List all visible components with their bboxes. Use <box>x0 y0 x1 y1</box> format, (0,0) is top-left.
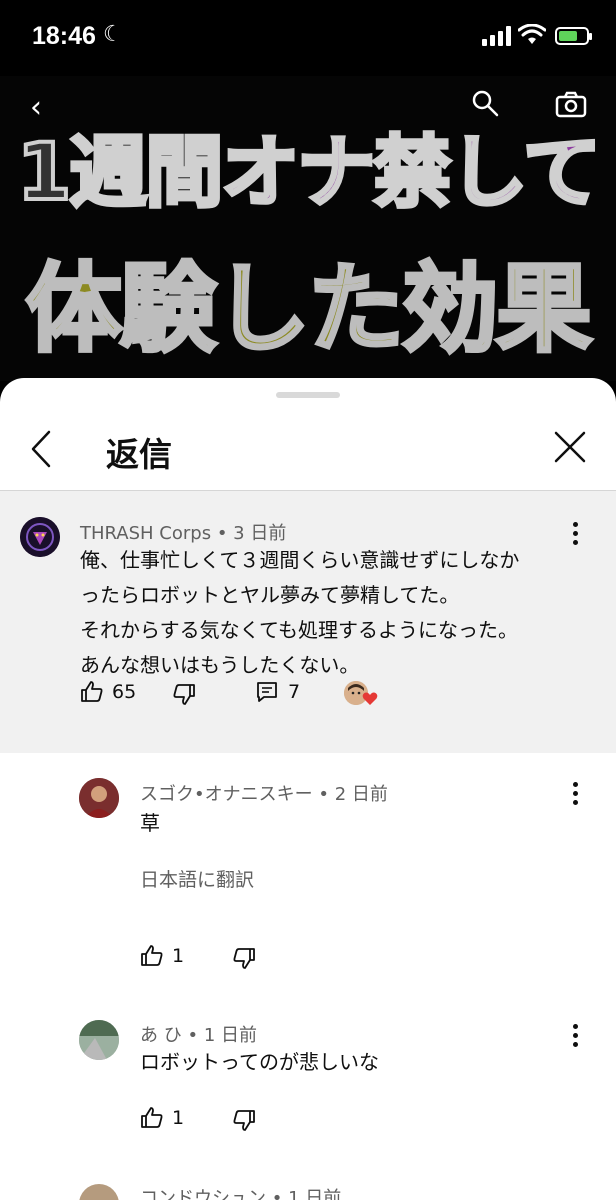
like-button[interactable]: 1 <box>140 1106 184 1130</box>
reply-author[interactable]: スゴク•オナニスキー <box>140 784 313 805</box>
landscape-photo-icon <box>79 1020 119 1060</box>
reply-author[interactable]: コンドウシュン <box>140 1188 266 1200</box>
avatar[interactable] <box>79 778 119 818</box>
thumbnail-title-line2: 体験した効果 <box>24 251 594 367</box>
like-count: 65 <box>112 681 137 703</box>
video-player[interactable]: 1週間オナ禁して 体験した効果 ‹ <box>0 76 616 381</box>
more-options-icon[interactable] <box>573 782 579 809</box>
thumbs-down-icon <box>233 1110 255 1131</box>
avatar[interactable] <box>79 1020 119 1060</box>
moon-icon: ☾ <box>103 22 123 47</box>
wifi-icon <box>518 24 546 44</box>
thumbnail-text-part: 1週間 <box>15 126 225 220</box>
reply-time: 1 日前 <box>203 1025 257 1046</box>
comment-line: それからする気なくても処理するようになった。 <box>80 618 518 642</box>
parent-comment: THRASH Corps • 3 日前 俺、仕事忙しくて３週間くらい意識せずにし… <box>0 491 616 753</box>
back-chevron-icon[interactable] <box>30 430 52 468</box>
comment-line: 俺、仕事忙しくて３週間くらい意識せずにしなか <box>80 548 520 572</box>
comment-time: 3 日前 <box>233 523 287 544</box>
like-button[interactable]: 65 <box>80 680 136 704</box>
reply-meta: あ ひ • 1 日前 <box>140 1021 257 1047</box>
reply-count-button[interactable]: 7 <box>256 681 300 703</box>
reply-time: 1 日前 <box>288 1188 342 1200</box>
like-count: 1 <box>172 945 185 967</box>
status-bar: 18:46 ☾ <box>0 0 616 76</box>
tiger-emblem-icon <box>20 517 60 557</box>
more-options-icon[interactable] <box>573 1024 579 1051</box>
meta-separator: • <box>187 1025 204 1046</box>
close-icon[interactable] <box>553 430 587 464</box>
like-count: 1 <box>172 1107 185 1129</box>
status-time: 18:46 <box>32 22 96 50</box>
meta-separator: • <box>271 1188 289 1200</box>
comment-author[interactable]: THRASH Corps <box>80 523 211 544</box>
comment-text: 俺、仕事忙しくて３週間くらい意識せずにしなか ったらロボットとヤル夢みて夢精して… <box>80 543 519 683</box>
cellular-signal-icon <box>482 26 511 46</box>
heart-icon <box>362 692 378 705</box>
avatar[interactable] <box>20 517 60 557</box>
sheet-header: 返信 <box>0 408 616 490</box>
reply-count: 7 <box>288 681 301 703</box>
meta-separator: • <box>318 784 335 805</box>
dislike-button[interactable] <box>172 682 196 706</box>
battery-level-fill <box>559 31 577 41</box>
sheet-title: 返信 <box>106 435 172 474</box>
reply-author[interactable]: あ ひ <box>140 1025 182 1046</box>
avatar[interactable] <box>79 1184 119 1200</box>
thumbnail-text-part: オナ禁 <box>219 126 453 220</box>
comment-meta: THRASH Corps • 3 日前 <box>80 519 286 545</box>
thumbs-up-icon <box>141 1107 163 1128</box>
camera-icon[interactable] <box>555 90 587 118</box>
battery-icon <box>555 27 592 45</box>
meta-separator: • <box>216 523 234 544</box>
thumbnail-text-part: して <box>447 126 603 220</box>
thumbs-down-icon <box>233 948 255 969</box>
thumbnail-title-line1: 1週間オナ禁して <box>0 110 616 222</box>
back-arrow-icon[interactable]: ‹ <box>30 90 42 125</box>
thumbs-up-icon <box>141 945 163 966</box>
reply-text: 草 <box>140 811 160 835</box>
reply-time: 2 日前 <box>334 784 388 805</box>
comment-icon <box>257 682 277 702</box>
dislike-button[interactable] <box>232 1108 256 1132</box>
like-button[interactable]: 1 <box>140 944 184 968</box>
translate-link[interactable]: 日本語に翻訳 <box>140 865 254 892</box>
search-icon[interactable] <box>470 88 500 118</box>
thumbs-up-icon <box>81 681 103 702</box>
reply-meta: コンドウシュン • 1 日前 <box>140 1184 341 1200</box>
dislike-button[interactable] <box>232 946 256 970</box>
comment-line: ったらロボットとヤル夢みて夢精してた。 <box>80 583 460 607</box>
drag-handle[interactable] <box>276 392 340 398</box>
comment-line: あんな想いはもうしたくない。 <box>80 653 360 677</box>
replies-sheet: 返信 THRASH Corps • 3 日前 俺、仕事忙しくて３週間くらい意識せ… <box>0 378 616 1200</box>
more-options-icon[interactable] <box>573 522 579 549</box>
reply-meta: スゴク•オナニスキー • 2 日前 <box>140 780 388 806</box>
thumbs-down-icon <box>173 684 195 705</box>
reply-text: ロボットってのが悲しいな <box>140 1050 379 1074</box>
person-photo-icon <box>79 778 119 818</box>
